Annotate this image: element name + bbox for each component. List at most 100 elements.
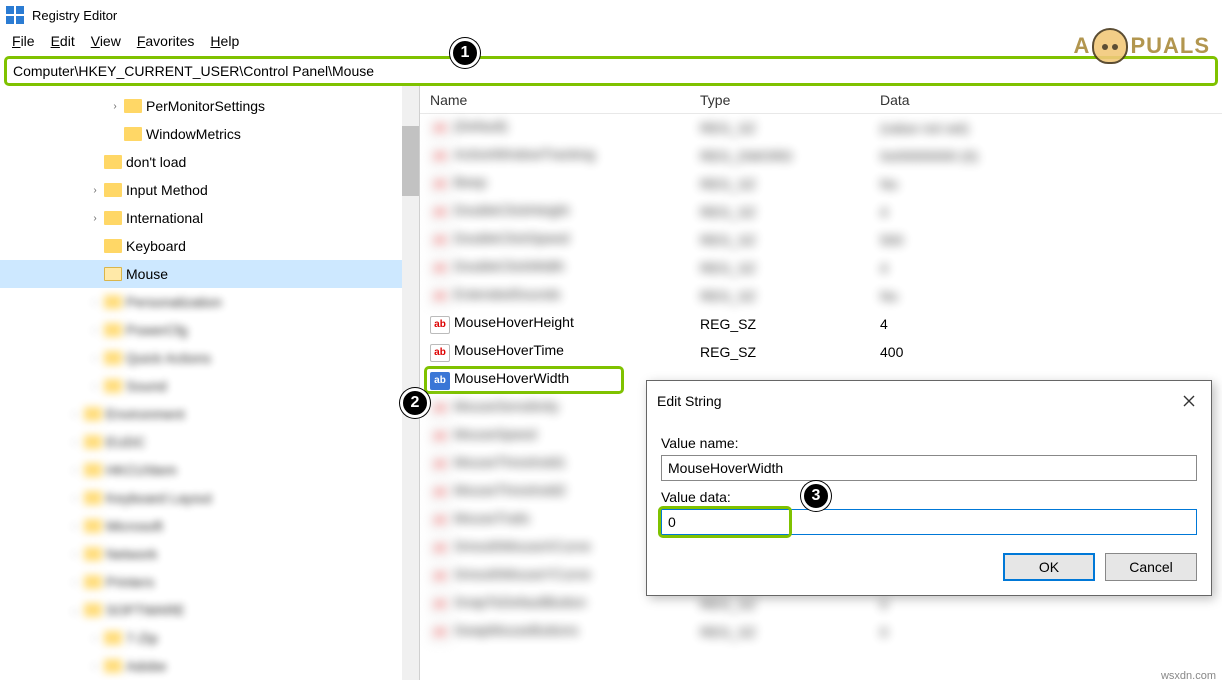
tree-node[interactable]: ›7-Zip xyxy=(0,624,419,652)
folder-icon xyxy=(104,155,122,169)
value-name-cell: abActiveWindowTracking xyxy=(430,146,700,166)
address-bar[interactable]: Computer\HKEY_CURRENT_USER\Control Panel… xyxy=(4,56,1218,86)
window-title: Registry Editor xyxy=(32,8,117,23)
tree-node-label: SOFTWARE xyxy=(106,602,185,618)
header-name[interactable]: Name xyxy=(430,92,700,108)
value-data-cell: 500 xyxy=(880,232,1222,248)
tree-node[interactable]: › HKCU\Item xyxy=(0,456,419,484)
chevron-icon[interactable]: › xyxy=(90,297,100,308)
value-name-text: ExtendedSounds xyxy=(454,286,561,302)
string-value-icon: ab xyxy=(430,176,450,194)
value-name-field[interactable] xyxy=(661,455,1197,481)
chevron-icon[interactable]: › xyxy=(70,577,80,588)
chevron-icon[interactable]: › xyxy=(70,409,80,420)
tree-node[interactable]: don't load xyxy=(0,148,419,176)
folder-icon xyxy=(84,547,102,561)
tree-node[interactable]: › Printers xyxy=(0,568,419,596)
chevron-icon[interactable]: ⌄ xyxy=(70,605,80,616)
value-row[interactable]: abSwapMouseButtonsREG_SZ0 xyxy=(420,618,1222,646)
header-type[interactable]: Type xyxy=(700,92,880,108)
tree-node[interactable]: ›Adobe xyxy=(0,652,419,680)
tree-node[interactable]: ›Quick Actions xyxy=(0,344,419,372)
cancel-button[interactable]: Cancel xyxy=(1105,553,1197,581)
value-row[interactable]: abDoubleClickWidthREG_SZ4 xyxy=(420,254,1222,282)
value-row[interactable]: abMouseHoverHeightREG_SZ4 xyxy=(420,310,1222,338)
tree-scrollbar-thumb[interactable] xyxy=(402,126,419,196)
chevron-icon[interactable]: › xyxy=(70,465,80,476)
tree-panel: ›PerMonitorSettingsWindowMetricsdon't lo… xyxy=(0,86,420,680)
tree-node[interactable]: › EUDC xyxy=(0,428,419,456)
menu-help[interactable]: Help xyxy=(202,31,247,51)
tree-node-label: Printers xyxy=(106,574,154,590)
menu-file[interactable]: File xyxy=(4,31,43,51)
value-row[interactable]: ab(Default)REG_SZ(value not set) xyxy=(420,114,1222,142)
tree-node[interactable]: ›Personalization xyxy=(0,288,419,316)
value-name-text: (Default) xyxy=(454,118,508,134)
tree-node[interactable]: › International xyxy=(0,204,419,232)
tree-node[interactable]: ›Microsoft xyxy=(0,512,419,540)
value-row[interactable]: abExtendedSoundsREG_SZNo xyxy=(420,282,1222,310)
string-value-icon: ab xyxy=(430,624,450,642)
tree-node[interactable]: ›PerMonitorSettings xyxy=(0,92,419,120)
value-row[interactable]: abBeepREG_SZNo xyxy=(420,170,1222,198)
tree-node-label: EUDC xyxy=(106,434,146,450)
folder-icon xyxy=(104,323,122,337)
value-name-cell: abBeep xyxy=(430,174,700,194)
tree-node[interactable]: ›Network xyxy=(0,540,419,568)
tree-node-label: International xyxy=(126,210,203,226)
watermark-left: A xyxy=(1074,33,1091,59)
chevron-icon[interactable]: › xyxy=(90,185,100,196)
chevron-icon[interactable]: › xyxy=(90,353,100,364)
tree-scrollbar-track[interactable] xyxy=(402,86,419,680)
value-type-cell: REG_SZ xyxy=(700,120,880,136)
menu-edit[interactable]: Edit xyxy=(43,31,83,51)
value-row[interactable]: abMouseHoverTimeREG_SZ400 xyxy=(420,338,1222,366)
value-type-cell: REG_SZ xyxy=(700,624,880,640)
menu-favorites[interactable]: Favorites xyxy=(129,31,203,51)
tree-node-label: Environment xyxy=(106,406,185,422)
footer-credit: wsxdn.com xyxy=(1161,670,1216,682)
ok-button[interactable]: OK xyxy=(1003,553,1095,581)
tree-node[interactable]: ›Keyboard Layout xyxy=(0,484,419,512)
value-row[interactable]: abActiveWindowTrackingREG_DWORD0x0000000… xyxy=(420,142,1222,170)
chevron-icon[interactable]: › xyxy=(90,213,100,224)
tree-node[interactable]: Keyboard xyxy=(0,232,419,260)
tree-node[interactable]: ›Sound xyxy=(0,372,419,400)
tree-node[interactable]: Mouse xyxy=(0,260,419,288)
registry-tree[interactable]: ›PerMonitorSettingsWindowMetricsdon't lo… xyxy=(0,86,419,680)
value-data-field[interactable] xyxy=(661,509,1197,535)
chevron-icon[interactable]: › xyxy=(70,549,80,560)
chevron-icon[interactable]: › xyxy=(90,325,100,336)
value-name-text: SnapToDefaultButton xyxy=(454,594,586,610)
value-name-text: Beep xyxy=(454,174,487,190)
folder-icon xyxy=(84,519,102,533)
value-name-text: SmoothMouseXCurve xyxy=(454,538,591,554)
chevron-icon[interactable]: › xyxy=(90,381,100,392)
string-value-icon: ab xyxy=(430,260,450,278)
tree-node[interactable]: › Environment xyxy=(0,400,419,428)
chevron-icon[interactable]: › xyxy=(70,437,80,448)
value-name-text: MouseHoverWidth xyxy=(454,370,569,386)
header-data[interactable]: Data xyxy=(880,92,1222,108)
chevron-icon[interactable]: › xyxy=(110,101,120,112)
tree-node[interactable]: WindowMetrics xyxy=(0,120,419,148)
value-name-text: ActiveWindowTracking xyxy=(454,146,595,162)
chevron-icon[interactable]: › xyxy=(90,661,100,672)
value-row[interactable]: abDoubleClickSpeedREG_SZ500 xyxy=(420,226,1222,254)
tree-node-label: PowerCfg xyxy=(126,322,187,338)
menu-view[interactable]: View xyxy=(83,31,129,51)
menubar: File Edit View Favorites Help xyxy=(0,30,1222,52)
chevron-icon[interactable]: › xyxy=(70,493,80,504)
tree-node-label: HKCU\Item xyxy=(106,462,177,478)
dialog-close-button[interactable] xyxy=(1177,389,1201,413)
chevron-icon[interactable]: › xyxy=(70,521,80,532)
dialog-titlebar: Edit String xyxy=(647,381,1211,421)
folder-icon xyxy=(124,127,142,141)
tree-node[interactable]: ›Input Method xyxy=(0,176,419,204)
value-row[interactable]: abDoubleClickHeightREG_SZ4 xyxy=(420,198,1222,226)
chevron-icon[interactable]: › xyxy=(90,633,100,644)
tree-node[interactable]: ⌄ SOFTWARE xyxy=(0,596,419,624)
tree-node[interactable]: › PowerCfg xyxy=(0,316,419,344)
values-header: Name Type Data xyxy=(420,86,1222,114)
value-name-cell: abDoubleClickWidth xyxy=(430,258,700,278)
